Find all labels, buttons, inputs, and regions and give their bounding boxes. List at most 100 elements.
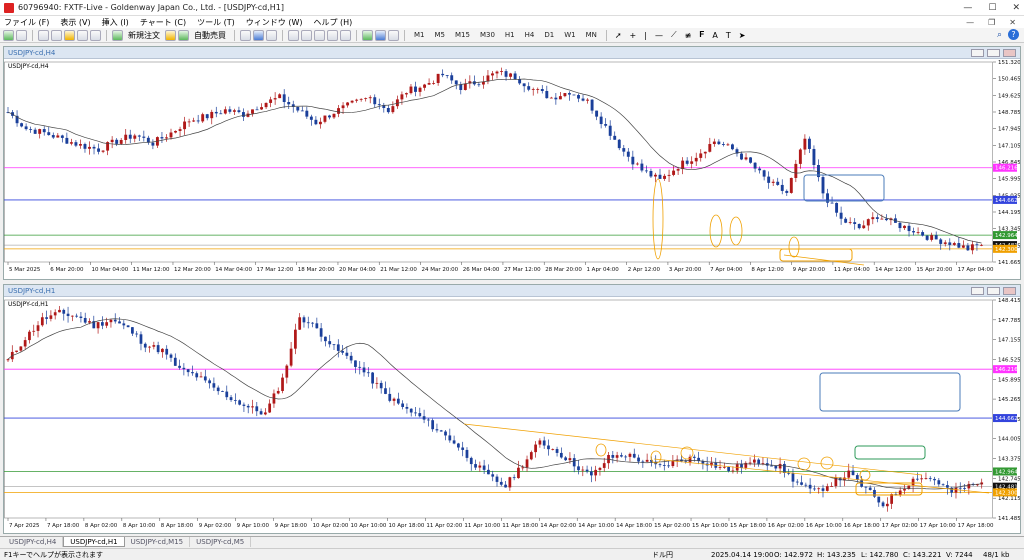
candle-body [336, 344, 340, 351]
time-tick-label: 14 Apr 02:00 [540, 523, 576, 529]
candle-body [572, 458, 576, 467]
candle-body [203, 376, 207, 381]
window-maximize-icon[interactable] [987, 49, 1000, 57]
candle-body [210, 111, 214, 119]
candle-body [558, 96, 562, 100]
crosshair-icon[interactable]: + [627, 31, 640, 40]
strategy-tester-icon[interactable] [90, 29, 101, 41]
timeframe-mn[interactable]: MN [582, 31, 601, 39]
periods-icon[interactable] [375, 29, 386, 41]
chart-canvas-h1[interactable]: 148.415 147.785 147.155 146.525 145.895 145.2… [4, 297, 1020, 533]
autoscroll-icon[interactable] [327, 29, 338, 41]
tab-usdjpy-m15[interactable]: USDJPY-cd,M15 [125, 537, 191, 547]
candle-body [255, 109, 259, 111]
tab-usdjpy-h4[interactable]: USDJPY-cd,H4 [3, 537, 64, 547]
menu-help[interactable]: ヘルプ (H) [313, 17, 352, 28]
auto-trade-button[interactable]: 自動売買 [191, 30, 229, 41]
mdi-minimize-icon[interactable]: — [966, 18, 974, 27]
menu-tools[interactable]: ツール (T) [197, 17, 235, 28]
timeframe-m30[interactable]: M30 [476, 31, 499, 39]
price-tick-label: 144.005 [998, 437, 1020, 443]
channel-icon[interactable]: ≢ [682, 31, 695, 40]
window-minimize-icon[interactable] [971, 49, 984, 57]
menu-file[interactable]: ファイル (F) [4, 17, 49, 28]
time-tick-label: 3 Apr 20:00 [669, 267, 702, 273]
menu-chart[interactable]: チャート (C) [140, 17, 186, 28]
chart-window-h4[interactable]: USDJPY-cd,H4 151.320 150.465 149.625 148.78… [3, 46, 1021, 280]
candle-body [538, 440, 542, 445]
candle-body [219, 113, 223, 115]
candle-body [232, 110, 236, 112]
menu-window[interactable]: ウィンドウ (W) [246, 17, 303, 28]
candle-body [315, 323, 319, 329]
maximize-icon[interactable]: ☐ [988, 3, 996, 13]
line-chart-icon[interactable] [266, 29, 277, 41]
window-maximize-icon[interactable] [987, 287, 1000, 295]
navigator-icon[interactable] [64, 29, 75, 41]
candle-body [577, 95, 580, 99]
terminal-icon[interactable] [77, 29, 88, 41]
chart-canvas-h4[interactable]: 151.320 150.465 149.625 148.785 147.945 147.1… [4, 59, 1020, 279]
candle-body [448, 435, 452, 441]
minimize-icon[interactable]: — [963, 3, 972, 13]
tab-usdjpy-m5[interactable]: USDJPY-cd,M5 [190, 537, 252, 547]
new-order-icon[interactable] [112, 29, 123, 41]
candle-body [620, 455, 623, 457]
timeframe-m5[interactable]: M5 [431, 31, 450, 39]
zoom-out-icon[interactable] [301, 29, 312, 41]
fibonacci-icon[interactable]: 𝐅 [696, 30, 707, 40]
candle-body [192, 120, 196, 122]
horizontal-line-icon[interactable]: — [652, 31, 666, 40]
text-tool-icon[interactable]: A [709, 31, 720, 40]
timeframe-w1[interactable]: W1 [560, 31, 579, 39]
candle-body [776, 181, 780, 185]
auto-trade-icon[interactable] [178, 29, 189, 41]
cursor-icon[interactable]: ➚ [612, 31, 625, 40]
tile-windows-icon[interactable] [314, 29, 325, 41]
mdi-restore-icon[interactable]: ❐ [988, 18, 995, 27]
chart-window-h1[interactable]: USDJPY-cd,H1 148.415 147.785 147.155 146.52… [3, 284, 1021, 534]
window-minimize-icon[interactable] [971, 287, 984, 295]
candle-body [332, 344, 336, 346]
timeframe-m15[interactable]: M15 [451, 31, 474, 39]
close-icon[interactable]: ✕ [1012, 3, 1020, 13]
bar-chart-icon[interactable] [240, 29, 251, 41]
mdi-close-icon[interactable]: ✕ [1009, 18, 1016, 27]
templates-icon[interactable] [388, 29, 399, 41]
data-window-icon[interactable] [51, 29, 62, 41]
arrows-icon[interactable]: ➤ [736, 31, 749, 40]
help-icon[interactable]: ? [1008, 29, 1019, 40]
candle-body [276, 390, 280, 394]
candle-body [409, 408, 413, 413]
candle-body [699, 153, 703, 158]
chart-shift-icon[interactable] [340, 29, 351, 41]
window-close-icon[interactable] [1003, 49, 1016, 57]
timeframe-h4[interactable]: H4 [521, 31, 539, 39]
candle-body [346, 102, 350, 106]
timeframe-m1[interactable]: M1 [410, 31, 429, 39]
new-order-button[interactable]: 新規注文 [125, 30, 163, 41]
trendline-icon[interactable]: ⟋ [668, 30, 680, 40]
candle-body [110, 139, 114, 143]
profiles-icon[interactable] [16, 29, 27, 41]
window-close-icon[interactable] [1003, 287, 1016, 295]
tab-usdjpy-h1[interactable]: USDJPY-cd,H1 [63, 537, 125, 547]
candle-body [881, 502, 885, 507]
search-icon[interactable]: ⌕ [997, 30, 1002, 40]
new-chart-icon[interactable] [3, 29, 14, 41]
timeframe-d1[interactable]: D1 [540, 31, 558, 39]
metaeditor-icon[interactable] [165, 29, 176, 41]
candle-body [602, 463, 606, 468]
menu-view[interactable]: 表示 (V) [60, 17, 90, 28]
timeframe-h1[interactable]: H1 [501, 31, 519, 39]
candle-body [551, 449, 555, 450]
candle-body [508, 477, 512, 488]
status-volume: V: 7244 [946, 550, 973, 559]
candlestick-icon[interactable] [253, 29, 264, 41]
market-watch-icon[interactable] [38, 29, 49, 41]
vertical-line-icon[interactable]: | [641, 31, 650, 40]
zoom-in-icon[interactable] [288, 29, 299, 41]
menu-insert[interactable]: 挿入 (I) [102, 17, 129, 28]
label-tool-icon[interactable]: T [723, 31, 734, 40]
indicators-icon[interactable] [362, 29, 373, 41]
